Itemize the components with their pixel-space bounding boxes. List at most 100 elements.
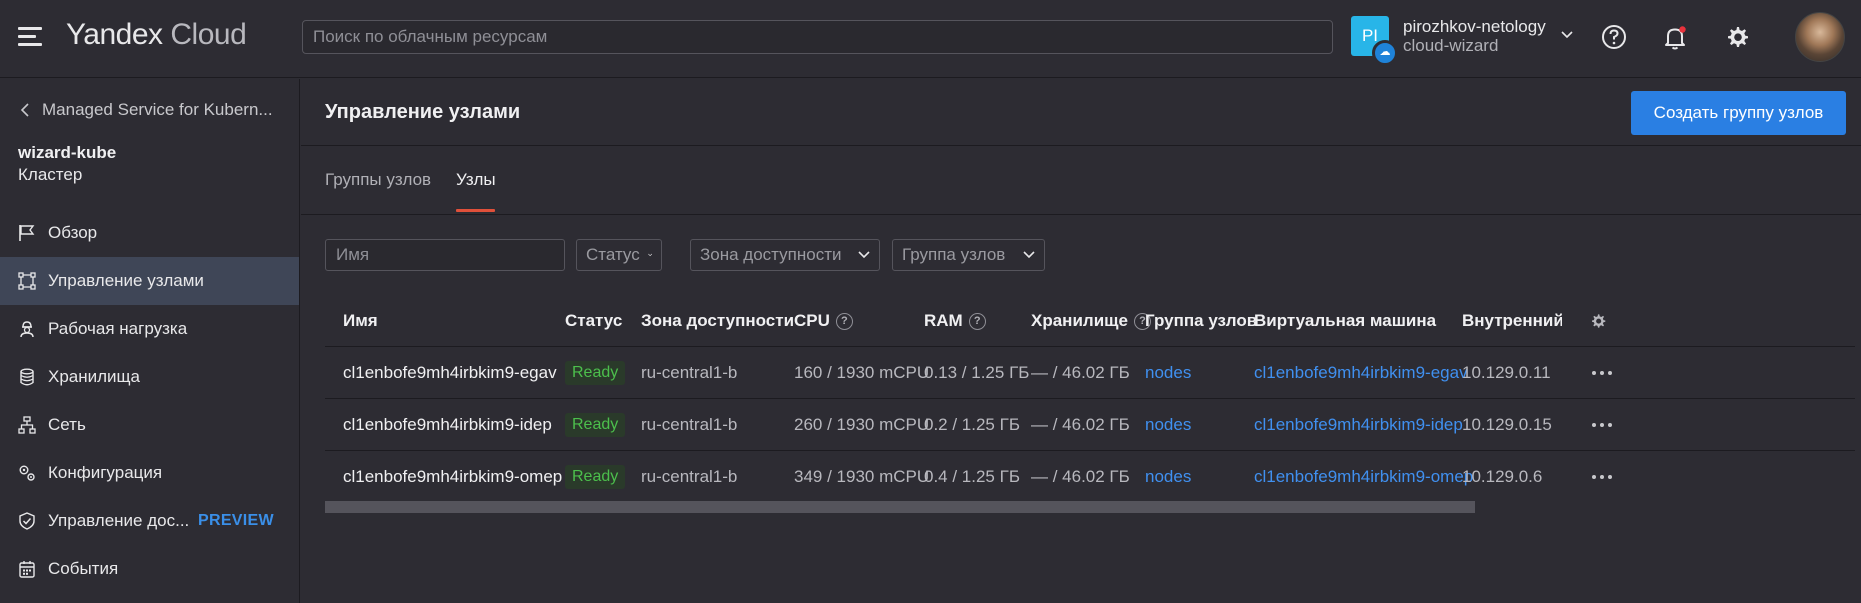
name-filter-input[interactable]: [325, 239, 565, 271]
horizontal-scrollbar-thumb[interactable]: [325, 501, 1475, 513]
ram-cell: 0.4 / 1.25 ГБ: [924, 467, 1020, 486]
sidebar-item-events[interactable]: События: [0, 545, 299, 593]
sidebar-nav: Обзор Управление узлами Рабочая нагрузка…: [0, 209, 299, 593]
sidebar-item-configuration[interactable]: Конфигурация: [0, 449, 299, 497]
cloud-icon: ☁: [1372, 40, 1398, 66]
internal-ip-cell: 10.129.0.6: [1462, 467, 1543, 486]
column-header-internal-ip[interactable]: Внутренний I: [1462, 295, 1562, 347]
shield-icon: [19, 512, 35, 530]
tab-nodes[interactable]: Узлы: [456, 170, 496, 190]
table-row[interactable]: cl1enbofe9mh4irbkim9-omep Ready ru-centr…: [325, 451, 1855, 503]
table-header: Имя Статус Зона доступности CPU? RAM? Хр…: [325, 295, 1855, 347]
vm-link[interactable]: cl1enbofe9mh4irbkim9-omep: [1254, 451, 1473, 503]
create-node-group-button[interactable]: Создать группу узлов: [1631, 91, 1846, 135]
status-badge: Ready: [565, 361, 626, 385]
vm-link[interactable]: cl1enbofe9mh4irbkim9-idep: [1254, 399, 1463, 451]
column-header-cpu[interactable]: CPU?: [794, 295, 853, 347]
column-header-node-group[interactable]: Группа узлов: [1145, 295, 1257, 347]
sidebar-item-access-management[interactable]: Управление дос... PREVIEW: [0, 497, 299, 545]
back-link[interactable]: Managed Service for Kubern...: [20, 100, 273, 120]
back-link-label: Managed Service for Kubern...: [42, 100, 273, 119]
logo-sub: Cloud: [170, 18, 247, 51]
gear-icon[interactable]: [1722, 22, 1752, 52]
sidebar-item-node-management[interactable]: Управление узлами: [0, 257, 299, 305]
table-row[interactable]: cl1enbofe9mh4irbkim9-idep Ready ru-centr…: [325, 399, 1855, 451]
ram-cell: 0.13 / 1.25 ГБ: [924, 363, 1030, 382]
sidebar-item-workload[interactable]: Рабочая нагрузка: [0, 305, 299, 353]
zone-cell: ru-central1-b: [641, 467, 738, 486]
zone-cell: ru-central1-b: [641, 415, 738, 434]
bell-icon[interactable]: [1660, 22, 1690, 52]
column-header-status[interactable]: Статус: [565, 295, 622, 347]
sidebar-item-label: Рабочая нагрузка: [48, 319, 188, 338]
sidebar-item-label: Сеть: [48, 415, 86, 434]
config-icon: [19, 465, 35, 481]
horizontal-scrollbar-track[interactable]: [1475, 501, 1855, 513]
sidebar-item-label: Управление узлами: [48, 271, 204, 290]
column-header-ram[interactable]: RAM?: [924, 295, 986, 347]
account-cloud: cloud-wizard: [1403, 36, 1499, 55]
node-group-link[interactable]: nodes: [1145, 399, 1191, 451]
column-header-zone[interactable]: Зона доступности: [641, 295, 794, 347]
menu-icon[interactable]: [18, 27, 42, 47]
status-badge: Ready: [565, 413, 626, 437]
status-filter-dropdown[interactable]: Статус: [576, 239, 662, 271]
status-badge: Ready: [565, 465, 626, 489]
node-group-link[interactable]: nodes: [1145, 451, 1191, 503]
top-header: Yandex Cloud PI ☁ pirozhkov-netology clo…: [0, 0, 1861, 78]
chevron-down-icon: [858, 251, 870, 259]
table-row[interactable]: cl1enbofe9mh4irbkim9-egav Ready ru-centr…: [325, 347, 1855, 399]
more-actions-icon[interactable]: [1590, 473, 1614, 481]
node-name: cl1enbofe9mh4irbkim9-egav: [343, 363, 557, 382]
divider: [301, 145, 1861, 146]
more-actions-icon[interactable]: [1590, 369, 1614, 377]
main-content: Управление узлами Создать группу узлов Г…: [301, 79, 1861, 603]
help-icon[interactable]: ?: [835, 312, 853, 330]
group-filter-dropdown[interactable]: Группа узлов: [892, 239, 1045, 271]
chevron-down-icon: [1561, 31, 1573, 39]
status-filter-label: Статус: [586, 245, 640, 264]
network-icon: [18, 416, 36, 434]
sidebar-item-label: Обзор: [48, 223, 98, 242]
storage-cell: — / 46.02 ГБ: [1031, 363, 1130, 382]
worker-icon: [20, 321, 34, 338]
ram-cell: 0.2 / 1.25 ГБ: [924, 415, 1020, 434]
calendar-icon: [19, 561, 35, 578]
nodes-table: Имя Статус Зона доступности CPU? RAM? Хр…: [325, 295, 1855, 503]
column-header-vm[interactable]: Виртуальная машина: [1254, 295, 1436, 347]
cluster-name: wizard-kube: [18, 143, 117, 162]
cpu-cell: 160 / 1930 mCPU: [794, 363, 930, 382]
chevron-left-icon: [20, 103, 29, 117]
storage-cell: — / 46.02 ГБ: [1031, 467, 1130, 486]
nodes-icon: [18, 272, 36, 290]
preview-badge: PREVIEW: [198, 512, 274, 529]
column-header-storage[interactable]: Хранилище?: [1031, 295, 1151, 347]
help-icon[interactable]: ?: [968, 312, 986, 330]
sidebar-item-storage[interactable]: Хранилища: [0, 353, 299, 401]
search-input[interactable]: [302, 20, 1333, 54]
sidebar-item-network[interactable]: Сеть: [0, 401, 299, 449]
avatar[interactable]: [1795, 12, 1845, 62]
logo-main: Yandex: [66, 18, 163, 51]
chevron-down-icon: [647, 253, 652, 257]
node-name: cl1enbofe9mh4irbkim9-omep: [343, 467, 563, 486]
tab-node-groups[interactable]: Группы узлов: [325, 170, 431, 190]
column-settings-gear-icon[interactable]: [1588, 311, 1608, 331]
sidebar-item-overview[interactable]: Обзор: [0, 209, 299, 257]
zone-filter-dropdown[interactable]: Зона доступности: [690, 239, 880, 271]
vm-link[interactable]: cl1enbofe9mh4irbkim9-egav: [1254, 347, 1468, 399]
logo[interactable]: Yandex Cloud: [66, 18, 247, 52]
sidebar-item-label: Управление дос...: [48, 511, 190, 530]
zone-filter-label: Зона доступности: [700, 245, 842, 264]
chevron-down-icon: [1023, 251, 1035, 259]
account-switcher[interactable]: PI ☁ pirozhkov-netology cloud-wizard: [1351, 16, 1579, 66]
help-icon[interactable]: [1599, 22, 1629, 52]
account-name: pirozhkov-netology: [1403, 17, 1546, 36]
internal-ip-cell: 10.129.0.15: [1462, 415, 1552, 434]
storage-cell: — / 46.02 ГБ: [1031, 415, 1130, 434]
active-tab-indicator: [456, 209, 495, 212]
divider: [301, 214, 1861, 215]
node-group-link[interactable]: nodes: [1145, 347, 1191, 399]
more-actions-icon[interactable]: [1590, 421, 1614, 429]
column-header-name[interactable]: Имя: [343, 295, 378, 347]
